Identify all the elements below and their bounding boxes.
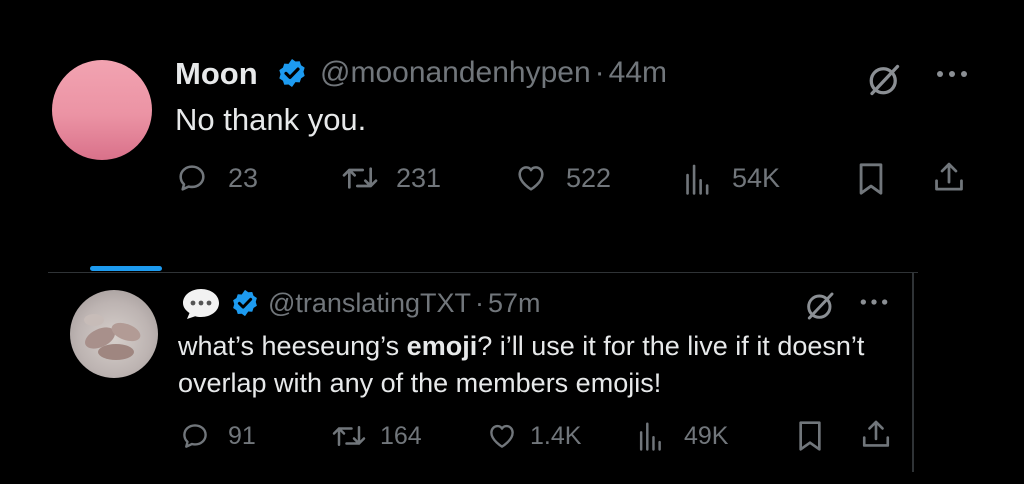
reply-count: 23: [228, 163, 259, 193]
tweet-text: No thank you.: [175, 102, 367, 137]
separator-dot: ·: [474, 288, 484, 318]
timestamp[interactable]: 44m: [609, 56, 667, 89]
share-icon[interactable]: [932, 160, 966, 196]
bold-text: emoji: [406, 331, 478, 361]
verified-badge-icon: [230, 288, 260, 318]
repost-count: 164: [380, 422, 422, 450]
repost-icon[interactable]: [330, 421, 368, 451]
repost-icon[interactable]: [340, 162, 380, 194]
view-count: 54K: [732, 163, 781, 193]
view-count: 49K: [684, 422, 729, 450]
speech-bubble-icon: [180, 287, 222, 321]
separator-dot: ·: [594, 56, 605, 89]
grok-icon[interactable]: [866, 62, 902, 98]
user-handle[interactable]: @translatingTXT: [268, 288, 471, 318]
active-tab-indicator: [90, 266, 162, 271]
bookmark-icon[interactable]: [796, 420, 824, 452]
reply-count: 91: [228, 422, 256, 450]
share-icon[interactable]: [860, 418, 892, 452]
like-count: 522: [566, 163, 612, 193]
tweet-meta: @translatingTXT · 57m: [268, 288, 541, 319]
repost-count: 231: [396, 163, 442, 193]
tweet-text: what’s heeseung’s emoji? i’ll use it for…: [178, 331, 865, 398]
like-icon[interactable]: [486, 421, 518, 451]
views-icon[interactable]: [636, 420, 666, 452]
grok-icon[interactable]: [804, 290, 836, 322]
timestamp[interactable]: 57m: [488, 288, 541, 318]
bookmark-icon[interactable]: [856, 162, 886, 196]
like-icon[interactable]: [514, 162, 548, 194]
more-icon[interactable]: [858, 293, 890, 311]
views-icon[interactable]: [682, 162, 714, 196]
avatar[interactable]: [70, 290, 158, 378]
reply-icon[interactable]: [176, 162, 208, 194]
user-handle[interactable]: @moonandenhypen: [320, 56, 591, 89]
display-name[interactable]: Moon: [175, 56, 258, 92]
like-count: 1.4K: [530, 422, 582, 450]
verified-badge-icon: [276, 57, 308, 89]
tweet-meta: @moonandenhypen · 44m: [320, 56, 667, 90]
more-icon[interactable]: [934, 64, 970, 84]
avatar[interactable]: [52, 60, 152, 160]
divider: [48, 272, 918, 273]
divider: [912, 272, 914, 472]
reply-icon[interactable]: [180, 421, 210, 451]
